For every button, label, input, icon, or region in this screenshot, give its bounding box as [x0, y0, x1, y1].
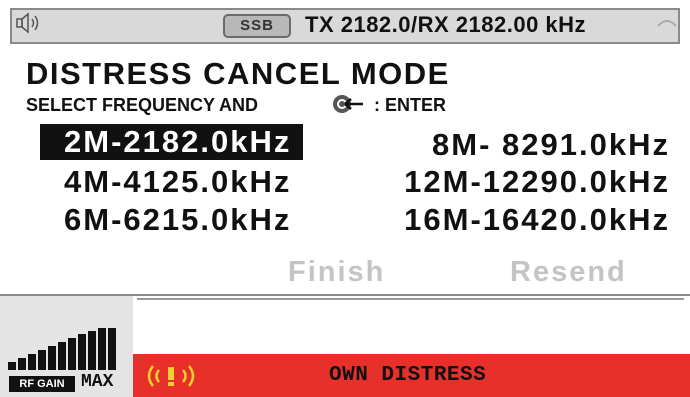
frequency-option-6m[interactable]: 6M-6215.0kHz	[64, 202, 291, 238]
frequency-option-12m[interactable]: 12M-12290.0kHz	[370, 164, 670, 200]
rf-gain-level: MAX	[81, 372, 114, 392]
distress-alarm-icon	[147, 365, 195, 387]
signal-corner-icon	[657, 20, 677, 27]
frequency-option-2m[interactable]: 2M-2182.0kHz	[40, 124, 304, 160]
mode-badge: SSB	[223, 14, 291, 38]
rf-gain-label: RF GAIN	[9, 376, 75, 392]
instruction-suffix: : ENTER	[374, 95, 446, 115]
frequency-option-8m[interactable]: 8M- 8291.0kHz	[370, 127, 670, 163]
frequency-option-4m[interactable]: 4M-4125.0kHz	[64, 164, 291, 200]
instruction-text: SELECT FREQUENCY AND	[26, 95, 259, 115]
alarm-text: OWN DISTRESS	[329, 364, 487, 387]
tx-rx-frequency: TX 2182.0/RX 2182.00 kHz	[305, 12, 587, 37]
distress-alarm-bar: OWN DISTRESS	[133, 354, 690, 397]
resend-button[interactable]: Resend	[510, 256, 627, 289]
enter-knob-icon	[333, 95, 363, 113]
finish-button[interactable]: Finish	[288, 256, 385, 289]
frequency-option-16m[interactable]: 16M-16420.0kHz	[370, 202, 670, 238]
dsc-distress-cancel-screen: SSB TX 2182.0/RX 2182.00 kHz DISTRESS CA…	[0, 0, 690, 397]
rf-gain-bars-icon	[8, 328, 116, 370]
speaker-icon	[16, 12, 39, 34]
page-title: DISTRESS CANCEL MODE	[26, 56, 450, 91]
message-area	[137, 298, 684, 352]
